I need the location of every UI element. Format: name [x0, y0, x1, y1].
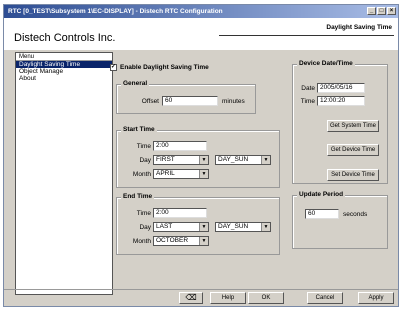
menu-item-daylight-saving-time[interactable]: Daylight Saving Time	[16, 61, 112, 68]
end-month-value: OCTOBER	[156, 237, 189, 244]
end-day-week-select[interactable]: LAST ▼	[153, 222, 209, 232]
end-time-input[interactable]: 2:00	[153, 208, 207, 218]
chevron-down-icon: ▼	[261, 223, 270, 231]
start-time-label: Time	[136, 143, 151, 150]
cancel-button[interactable]: Cancel	[307, 292, 343, 304]
offset-unit: minutes	[222, 98, 245, 105]
chevron-down-icon: ▼	[199, 170, 208, 178]
end-month-label: Month	[132, 238, 151, 245]
update-period-unit: seconds	[343, 211, 368, 218]
device-date-label: Date	[301, 85, 315, 92]
enable-dst-checkbox[interactable]: ✓ Enable Daylight Saving Time	[110, 64, 209, 71]
device-datetime-title: Device Date/Time	[297, 60, 355, 67]
menu-header: Menu	[16, 53, 112, 61]
maximize-button[interactable]: □	[377, 7, 386, 15]
update-period-input[interactable]: 60	[305, 209, 339, 219]
start-month-value: APRIL	[156, 170, 175, 177]
end-day-name-select[interactable]: DAY_SUN ▼	[215, 222, 271, 232]
offset-input[interactable]: 60	[162, 96, 218, 106]
device-time-label: Time	[300, 98, 315, 105]
minimize-button[interactable]: _	[367, 7, 376, 15]
chevron-down-icon: ▼	[261, 156, 270, 164]
header-divider	[219, 35, 394, 36]
enable-dst-label: Enable Daylight Saving Time	[120, 64, 209, 71]
end-day-label: Day	[139, 224, 151, 231]
end-time-title: End Time	[121, 193, 155, 200]
header: Distech Controls Inc. Daylight Saving Ti…	[4, 18, 398, 50]
window-title: RTC [0_TEST\Subsystem 1\EC-DISPLAY] - Di…	[8, 8, 223, 15]
chevron-down-icon: ▼	[199, 237, 208, 245]
app-window: RTC [0_TEST\Subsystem 1\EC-DISPLAY] - Di…	[3, 4, 399, 307]
apply-button[interactable]: Apply	[358, 292, 394, 304]
menu-item-about[interactable]: About	[16, 75, 112, 82]
start-time-input[interactable]: 2:00	[153, 141, 207, 151]
device-datetime-group: Device Date/Time Date 2005/05/16 Time 12…	[292, 60, 388, 184]
end-day-week-value: LAST	[156, 223, 173, 230]
start-day-name-select[interactable]: DAY_SUN ▼	[215, 155, 271, 165]
title-bar: RTC [0_TEST\Subsystem 1\EC-DISPLAY] - Di…	[4, 5, 398, 18]
button-bar: ⌫ Help OK Cancel Apply	[4, 292, 398, 307]
start-time-title: Start Time	[121, 126, 157, 133]
end-time-label: Time	[136, 210, 151, 217]
ok-button[interactable]: OK	[248, 292, 284, 304]
company-name: Distech Controls Inc.	[14, 32, 116, 44]
set-device-time-button[interactable]: Set Device Time	[327, 169, 379, 181]
start-day-week-value: FIRST	[156, 156, 175, 163]
start-day-name-value: DAY_SUN	[218, 156, 249, 163]
close-button[interactable]: ×	[387, 7, 396, 15]
end-time-group: End Time Time 2:00 Day LAST ▼ DAY_SUN ▼ …	[116, 193, 280, 255]
chevron-down-icon: ▼	[199, 223, 208, 231]
check-icon: ✓	[110, 64, 117, 71]
get-system-time-button[interactable]: Get System Time	[327, 120, 379, 132]
eraser-icon[interactable]: ⌫	[179, 292, 203, 304]
menu-item-object-manage[interactable]: Object Manage	[16, 68, 112, 75]
page-title: Daylight Saving Time	[326, 24, 392, 31]
device-date-input[interactable]: 2005/05/16	[317, 83, 365, 93]
end-day-name-value: DAY_SUN	[218, 223, 249, 230]
start-time-group: Start Time Time 2:00 Day FIRST ▼ DAY_SUN…	[116, 126, 280, 188]
start-month-select[interactable]: APRIL ▼	[153, 169, 209, 179]
start-day-label: Day	[139, 157, 151, 164]
footer-divider	[4, 289, 398, 290]
offset-label: Offset	[141, 98, 159, 105]
help-button[interactable]: Help	[210, 292, 246, 304]
update-period-title: Update Period	[297, 191, 346, 198]
start-day-week-select[interactable]: FIRST ▼	[153, 155, 209, 165]
end-month-select[interactable]: OCTOBER ▼	[153, 236, 209, 246]
start-month-label: Month	[132, 171, 151, 178]
update-period-group: Update Period 60 seconds	[292, 191, 388, 249]
chevron-down-icon: ▼	[199, 156, 208, 164]
general-group: General Offset 60 minutes	[116, 80, 256, 114]
get-device-time-button[interactable]: Get Device Time	[327, 144, 379, 156]
content-area: ✓ Enable Daylight Saving Time General Of…	[106, 60, 396, 295]
window-controls: _ □ ×	[367, 7, 396, 15]
device-time-input[interactable]: 12:00:20	[317, 96, 365, 106]
menu-panel: Menu Daylight Saving Time Object Manage …	[15, 52, 113, 295]
general-title: General	[121, 80, 150, 87]
